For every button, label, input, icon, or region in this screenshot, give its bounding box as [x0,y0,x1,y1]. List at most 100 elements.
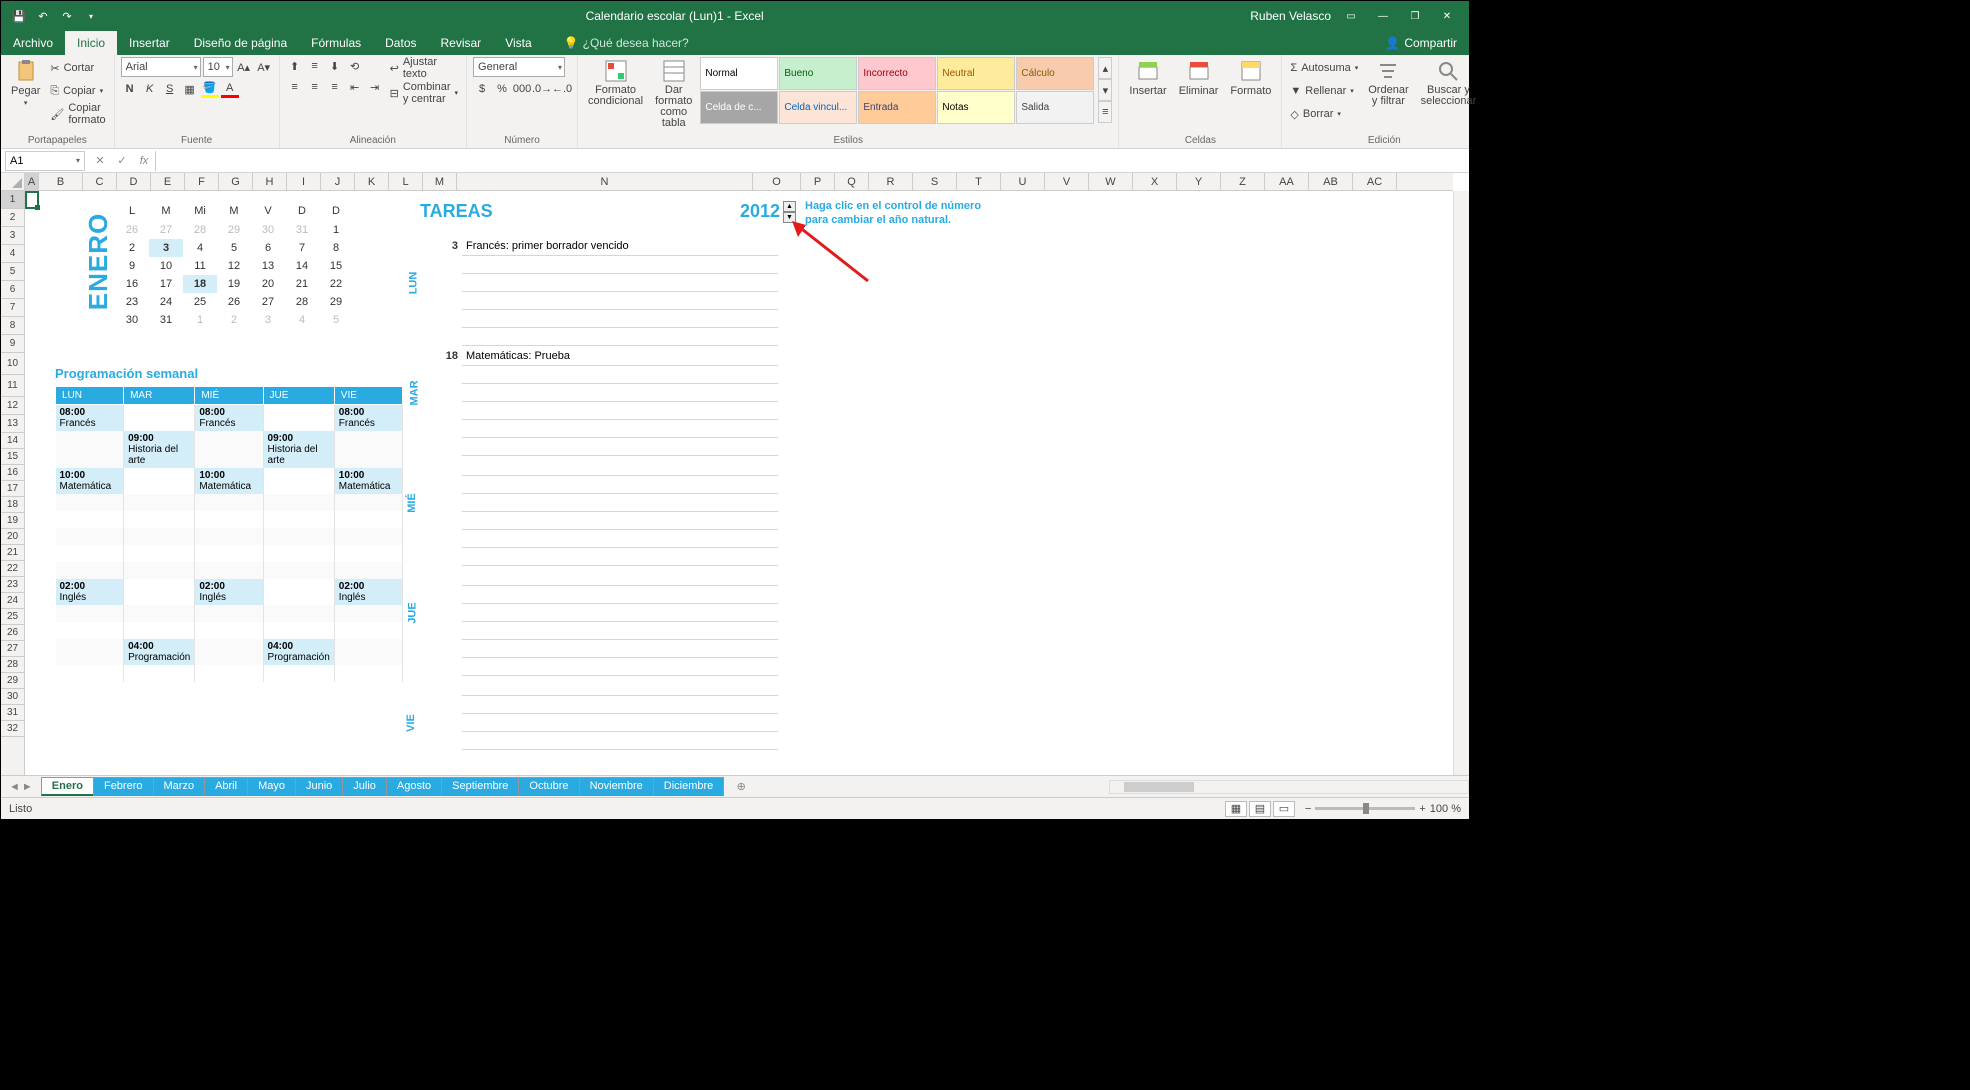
fill-button[interactable]: ▼Rellenar▾ [1288,80,1360,102]
cell-style-2[interactable]: Incorrecto [858,57,936,90]
row-header-20[interactable]: 20 [1,529,24,545]
cell-style-7[interactable]: Entrada [858,91,936,124]
row-header-26[interactable]: 26 [1,625,24,641]
shrink-font-icon[interactable]: A▾ [255,58,273,76]
clear-button[interactable]: ◇Borrar▾ [1288,103,1360,125]
cell-style-3[interactable]: Neutral [937,57,1015,90]
inc-decimal-icon[interactable]: .0→ [533,80,551,98]
page-layout-view-icon[interactable]: ▤ [1249,801,1271,817]
row-header-8[interactable]: 8 [1,317,24,335]
gallery-down-icon[interactable]: ▾ [1098,79,1112,101]
cell-style-6[interactable]: Celda vincul... [779,91,857,124]
col-header-F[interactable]: F [185,173,219,190]
bold-button[interactable]: N [121,80,139,98]
col-header-E[interactable]: E [151,173,185,190]
orientation-icon[interactable]: ⟲ [346,57,364,75]
format-painter-button[interactable]: 🖌Copiar formato [48,103,107,125]
conditional-format-button[interactable]: Formato condicional [584,57,647,109]
align-middle-icon[interactable]: ≡ [306,57,324,75]
col-header-B[interactable]: B [39,173,83,190]
row-header-2[interactable]: 2 [1,209,24,227]
insert-cells-button[interactable]: Insertar [1125,57,1170,99]
col-header-U[interactable]: U [1001,173,1045,190]
row-header-18[interactable]: 18 [1,497,24,513]
align-top-icon[interactable]: ⬆ [286,57,304,75]
tab-revisar[interactable]: Revisar [429,31,494,55]
col-header-M[interactable]: M [423,173,457,190]
col-header-N[interactable]: N [457,173,753,190]
col-header-AB[interactable]: AB [1309,173,1353,190]
col-header-H[interactable]: H [253,173,287,190]
horizontal-scrollbar[interactable] [1109,780,1469,794]
row-header-11[interactable]: 11 [1,375,24,397]
tab-nav-prev-icon[interactable]: ◄ [9,781,20,793]
col-header-W[interactable]: W [1089,173,1133,190]
tab-inicio[interactable]: Inicio [65,31,117,55]
spinner-up-button[interactable]: ▲ [783,201,796,212]
redo-icon[interactable]: ↷ [59,8,75,24]
col-header-T[interactable]: T [957,173,1001,190]
page-break-view-icon[interactable]: ▭ [1273,801,1295,817]
cell-style-4[interactable]: Cálculo [1016,57,1094,90]
minimize-icon[interactable]: — [1371,6,1395,26]
dec-decimal-icon[interactable]: ←.0 [553,80,571,98]
col-header-X[interactable]: X [1133,173,1177,190]
row-header-22[interactable]: 22 [1,561,24,577]
sheet-tab-abril[interactable]: Abril [204,777,248,796]
font-color-button[interactable]: A [221,80,239,98]
col-header-L[interactable]: L [389,173,423,190]
row-header-16[interactable]: 16 [1,465,24,481]
formula-bar[interactable] [155,151,1469,171]
col-header-A[interactable]: A [25,173,39,190]
spreadsheet-grid[interactable]: ABCDEFGHIJKLMNOPQRSTUVWXYZAAABAC 1234567… [1,173,1469,775]
currency-icon[interactable]: $ [473,80,491,98]
row-header-6[interactable]: 6 [1,281,24,299]
row-header-28[interactable]: 28 [1,657,24,673]
sheet-tab-enero[interactable]: Enero [41,777,94,796]
vertical-scrollbar[interactable] [1453,191,1469,775]
sheet-content[interactable]: ENERO LMMiMVDD26272829303112345678910111… [25,191,1453,775]
zoom-in-button[interactable]: + [1419,803,1425,815]
format-cells-button[interactable]: Formato [1226,57,1275,99]
row-header-21[interactable]: 21 [1,545,24,561]
row-header-30[interactable]: 30 [1,689,24,705]
align-right-icon[interactable]: ≡ [326,78,344,96]
new-sheet-button[interactable]: ⊕ [731,777,751,797]
delete-cells-button[interactable]: Eliminar [1175,57,1223,99]
col-header-O[interactable]: O [753,173,801,190]
row-header-32[interactable]: 32 [1,721,24,737]
row-header-1[interactable]: 1 [1,191,24,209]
tab-insertar[interactable]: Insertar [117,31,182,55]
find-select-button[interactable]: Buscar y seleccionar [1417,57,1481,109]
row-header-12[interactable]: 12 [1,397,24,415]
col-header-I[interactable]: I [287,173,321,190]
autosum-button[interactable]: ΣAutosuma▾ [1288,57,1360,79]
ribbon-options-icon[interactable]: ▭ [1339,6,1363,26]
tab-datos[interactable]: Datos [373,31,428,55]
col-header-D[interactable]: D [117,173,151,190]
border-button[interactable]: ▦ [181,80,199,98]
cell-style-5[interactable]: Celda de c... [700,91,778,124]
font-size-combo[interactable]: 10 [203,57,233,77]
undo-icon[interactable]: ↶ [35,8,51,24]
align-bottom-icon[interactable]: ⬇ [326,57,344,75]
fx-icon[interactable]: fx [133,151,155,171]
col-header-AC[interactable]: AC [1353,173,1397,190]
col-header-Y[interactable]: Y [1177,173,1221,190]
enter-formula-icon[interactable]: ✓ [111,151,133,171]
row-header-5[interactable]: 5 [1,263,24,281]
col-header-V[interactable]: V [1045,173,1089,190]
gallery-up-icon[interactable]: ▴ [1098,57,1112,79]
sheet-tab-noviembre[interactable]: Noviembre [579,777,654,796]
col-header-Q[interactable]: Q [835,173,869,190]
col-header-S[interactable]: S [913,173,957,190]
sheet-tab-septiembre[interactable]: Septiembre [441,777,519,796]
col-header-P[interactable]: P [801,173,835,190]
col-header-AA[interactable]: AA [1265,173,1309,190]
cell-styles-gallery[interactable]: NormalBuenoIncorrectoNeutralCálculoCelda… [700,57,1094,124]
tab-archivo[interactable]: Archivo [1,31,65,55]
row-header-13[interactable]: 13 [1,415,24,433]
italic-button[interactable]: K [141,80,159,98]
row-header-31[interactable]: 31 [1,705,24,721]
sheet-tab-octubre[interactable]: Octubre [518,777,579,796]
